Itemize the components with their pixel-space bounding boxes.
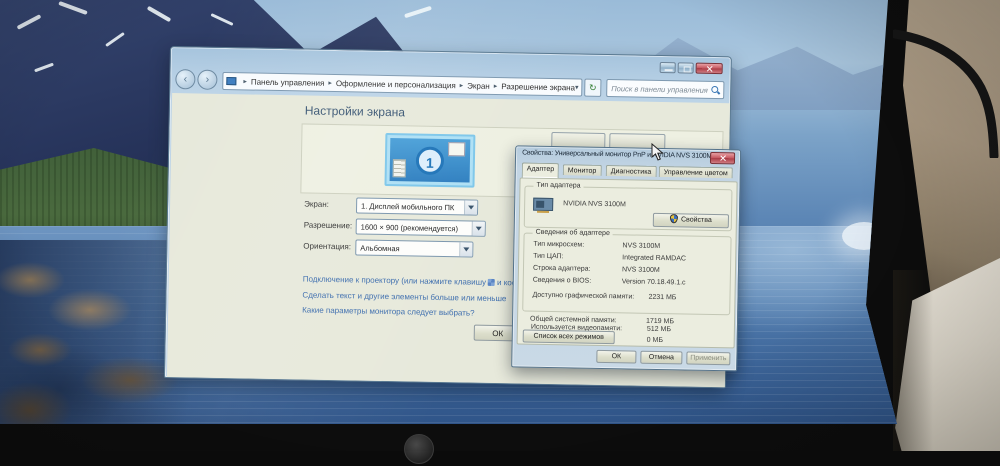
monitor-screen: ‹ › ▸ Панель управления ▸ Оформление и п… — [0, 0, 1000, 451]
memory-row-value: 2231 МБ — [648, 294, 676, 302]
info-row-label: Сведения о BIOS: — [533, 277, 592, 285]
which-settings-link[interactable]: Какие параметры монитора следует выбрать… — [302, 305, 474, 317]
mini-window-thumb — [393, 159, 406, 177]
breadcrumb-dropdown-icon[interactable]: ▾ — [575, 83, 579, 91]
cable — [893, 18, 1000, 158]
tab-color-management[interactable]: Управление цветом — [659, 166, 733, 178]
breadcrumb-arrow-icon: ▸ — [328, 79, 332, 87]
memory-row-value: 1719 МБ — [646, 318, 674, 326]
gpu-card-icon — [533, 198, 553, 211]
adapter-properties-button[interactable]: Свойства — [653, 213, 729, 228]
close-button[interactable] — [696, 63, 723, 74]
display-icon — [226, 77, 236, 85]
info-row-label: Строка адаптера: — [533, 265, 591, 273]
close-icon — [706, 65, 713, 72]
dialog-title: Свойства: Универсальный монитор PnP и NV… — [522, 149, 712, 159]
dialog-close-button[interactable] — [710, 152, 735, 164]
info-row-value: Integrated RAMDAC — [622, 254, 686, 262]
refresh-button[interactable]: ↻ — [584, 79, 601, 97]
maximize-button[interactable] — [678, 62, 694, 73]
breadcrumb-arrow-icon: ▸ — [243, 77, 247, 85]
search-icon — [711, 86, 719, 94]
memory-row-value: 512 МБ — [647, 326, 671, 333]
display-label: Экран: — [304, 199, 329, 208]
maximize-icon — [683, 66, 690, 72]
dialog-apply-button[interactable]: Применить — [686, 352, 730, 366]
orientation-select-value: Альбомная — [360, 243, 399, 253]
info-row-value: Version 70.18.49.1.c — [622, 278, 686, 286]
orientation-select[interactable]: Альбомная — [355, 239, 473, 257]
resolution-select[interactable]: 1600 × 900 (рекомендуется) — [356, 218, 486, 236]
adapter-name: NVIDIA NVS 3100M — [563, 200, 626, 208]
back-button[interactable]: ‹ — [175, 69, 195, 89]
chevron-down-icon[interactable] — [472, 222, 485, 236]
breadcrumb-arrow-icon: ▸ — [494, 82, 498, 90]
mini-dialog-thumb — [448, 142, 465, 156]
uac-shield-icon — [670, 214, 678, 223]
page-title: Настройки экрана — [305, 103, 405, 119]
breadcrumb-item-display[interactable]: Экран — [467, 81, 490, 90]
info-row-label: Тип микросхем: — [533, 241, 584, 249]
projector-link-text: Подключение к проектору (или нажмите кла… — [303, 274, 486, 286]
breadcrumb[interactable]: ▸ Панель управления ▸ Оформление и персо… — [222, 72, 582, 97]
close-icon — [719, 155, 726, 162]
info-row-value: NVS 3100M — [622, 266, 660, 274]
minimize-icon — [665, 69, 673, 71]
search-placeholder: Поиск в панели управления — [611, 84, 711, 95]
list-all-modes-button[interactable]: Список всех режимов — [523, 330, 615, 345]
photo-background: ‹ › ▸ Панель управления ▸ Оформление и п… — [0, 0, 1000, 451]
adapter-type-group: Тип адаптера NVIDIA NVS 3100M Свойства — [524, 186, 733, 232]
minimize-button[interactable] — [660, 62, 676, 73]
dialog-cancel-button[interactable]: Отмена — [640, 351, 682, 365]
memory-row-value: 0 МБ — [647, 337, 663, 344]
resolution-label: Разрешение: — [304, 220, 353, 230]
info-row-label: Тип ЦАП: — [533, 253, 563, 261]
display-select-value: 1. Дисплей мобильного ПК — [361, 201, 454, 212]
breadcrumb-item-appearance[interactable]: Оформление и персонализация — [336, 79, 456, 90]
text-size-link[interactable]: Сделать текст и другие элементы больше и… — [302, 290, 506, 303]
adapter-info-group: Сведения об адаптере Тип микросхем: NVS … — [522, 233, 731, 316]
dialog-ok-button[interactable]: ОК — [596, 350, 636, 364]
chevron-down-icon[interactable] — [459, 242, 472, 256]
memory-row-label: Доступно графической памяти: — [532, 292, 634, 301]
hp-logo — [404, 434, 434, 464]
tab-diagnostics[interactable]: Диагностика — [606, 165, 657, 177]
properties-button-label: Свойства — [681, 216, 712, 224]
windows-layer: ‹ › ▸ Панель управления ▸ Оформление и п… — [0, 0, 1000, 466]
breadcrumb-item-resolution[interactable]: Разрешение экрана — [501, 82, 575, 92]
adapter-info-group-label: Сведения об адаптере — [533, 229, 613, 237]
windows-logo-icon — [488, 279, 495, 286]
tab-monitor[interactable]: Монитор — [563, 164, 602, 176]
display-select[interactable]: 1. Дисплей мобильного ПК — [356, 197, 478, 215]
breadcrumb-arrow-icon: ▸ — [460, 81, 464, 89]
mouse-cursor — [651, 143, 664, 162]
adapter-type-group-label: Тип адаптера — [533, 182, 583, 190]
adapter-properties-dialog: Свойства: Универсальный монитор PnP и NV… — [511, 145, 741, 371]
forward-button[interactable]: › — [197, 70, 217, 90]
desk-shadow — [893, 270, 933, 451]
tab-adapter[interactable]: Адаптер — [522, 162, 560, 178]
chevron-down-icon[interactable] — [464, 200, 477, 214]
monitor-preview[interactable]: 1 — [384, 133, 475, 188]
refresh-icon: ↻ — [589, 83, 597, 93]
info-row-value: NVS 3100M — [622, 242, 660, 250]
resolution-select-value: 1600 × 900 (рекомендуется) — [361, 222, 458, 233]
orientation-label: Ориентация: — [303, 241, 351, 251]
monitor-number-badge: 1 — [416, 146, 445, 175]
breadcrumb-item-control-panel[interactable]: Панель управления — [251, 77, 325, 87]
search-input[interactable]: Поиск в панели управления — [606, 79, 724, 99]
